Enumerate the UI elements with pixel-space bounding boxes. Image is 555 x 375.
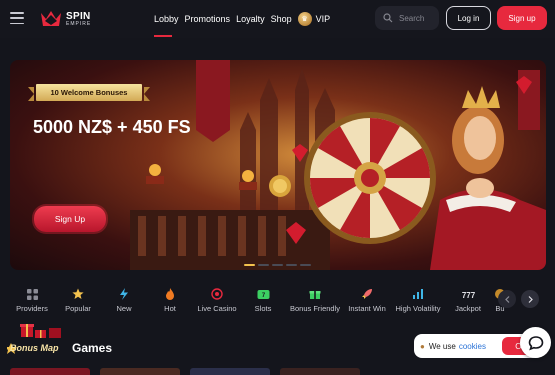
category-high-volatility[interactable]: High Volatility [390,280,446,320]
rocket-icon [360,287,374,301]
nav-vip[interactable]: ♛ VIP [297,12,331,26]
carousel-dot[interactable] [286,264,297,266]
cookie-text: We use [428,341,456,351]
carousel-dot[interactable] [258,264,269,266]
category-instant-win[interactable]: Instant Win [344,280,390,320]
category-prev-button[interactable] [498,290,516,308]
category-jackpot[interactable]: 777 Jackpot [446,280,490,320]
game-card-peek[interactable] [190,368,270,375]
bonus-map-label: Bonus Map [10,343,59,353]
target-icon [210,287,224,301]
fire-icon [163,287,177,301]
vip-crown-icon: ♛ [297,12,312,26]
nav-shop[interactable]: Shop [271,14,292,24]
category-new[interactable]: New [102,280,146,320]
search-icon [383,13,393,23]
promo-ribbon: 10 Welcome Bonuses [28,84,150,101]
brand-logo[interactable]: SPIN EMPIRE [39,8,101,30]
category-label: Live Casino [197,304,237,313]
live-chat-button[interactable] [520,327,551,358]
main-nav: Lobby Promotions Loyalty Shop ♛ VIP [154,12,336,26]
category-next-button[interactable] [521,290,539,308]
nav-lobby[interactable]: Lobby [154,14,179,24]
bars-icon [411,287,425,301]
nav-promotions[interactable]: Promotions [185,14,231,24]
category-label: Slots [254,304,272,313]
game-card-peek[interactable] [280,368,360,375]
hero-headline: 5000 NZ$ + 450 FS [33,117,191,137]
category-label: Bonus Friendly [289,304,341,313]
top-header: SPIN EMPIRE Lobby Promotions Loyalty Sho… [0,0,555,38]
jackpot-icon: 777 [461,287,475,301]
search-box[interactable] [375,6,439,30]
category-bonus-friendly[interactable]: Bonus Friendly [286,280,344,320]
carousel-dot[interactable] [244,264,255,266]
category-label: Hot [164,304,176,313]
category-popular[interactable]: Popular [54,280,102,320]
nav-vip-label: VIP [315,14,331,24]
active-nav-indicator [154,35,172,37]
nav-loyalty[interactable]: Loyalty [236,14,265,24]
grid-icon [25,287,39,301]
gift-icon [308,287,322,301]
category-label: Providers [16,304,48,313]
category-label: Jackpot [455,304,481,313]
category-hot[interactable]: Hot [146,280,194,320]
category-label: Instant Win [348,304,386,313]
crown-logo-icon [41,11,61,26]
brand-name: SPIN [66,10,91,22]
games-section-title: Games [72,341,113,355]
lightning-icon [117,287,131,301]
game-card-peek[interactable] [100,368,180,375]
login-button[interactable]: Log in [446,6,491,30]
category-bar: Providers Popular New Hot Live Casino 7 … [10,280,516,320]
carousel-indicators [244,264,314,266]
slot-icon: 7 [256,287,270,301]
chevron-left-icon [504,295,509,303]
category-label: New [116,304,132,313]
search-input[interactable] [399,13,439,23]
category-label: High Volatility [395,304,441,313]
category-live-casino[interactable]: Live Casino [194,280,240,320]
game-card-peek[interactable] [10,368,90,375]
hero-signup-button[interactable]: Sign Up [34,206,106,232]
cookie-policy-link[interactable]: cookies [459,342,486,351]
signup-button[interactable]: Sign up [497,6,547,30]
carousel-dot[interactable] [300,264,311,266]
carousel-dot[interactable] [272,264,283,266]
category-label: Popular [65,304,91,313]
brand-subname: EMPIRE [66,20,92,27]
hamburger-menu-icon[interactable] [10,12,24,24]
cookie-icon: ● [420,341,425,351]
category-providers[interactable]: Providers [10,280,54,320]
svg-text:777: 777 [462,291,475,300]
star-icon [71,287,85,301]
chat-bubble-icon [528,335,543,350]
chevron-right-icon [528,295,533,303]
category-slots[interactable]: 7 Slots [240,280,286,320]
